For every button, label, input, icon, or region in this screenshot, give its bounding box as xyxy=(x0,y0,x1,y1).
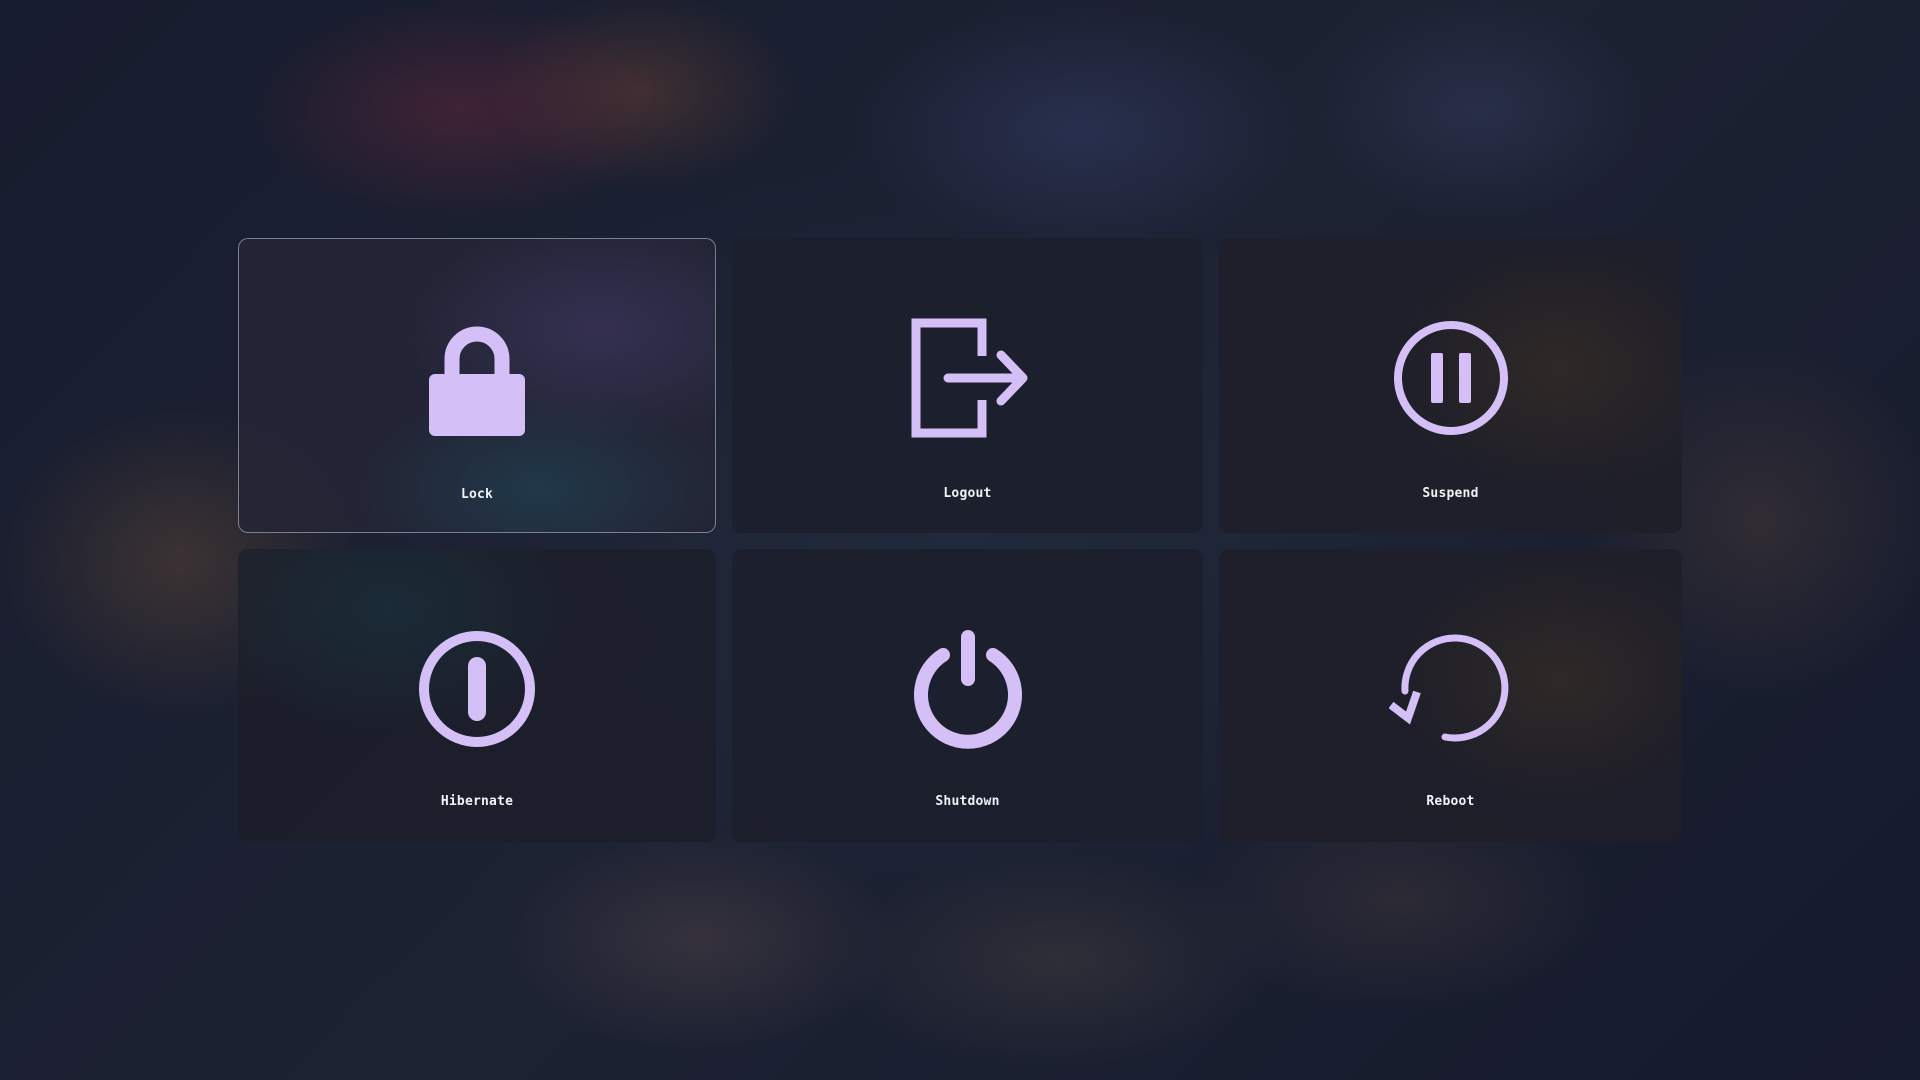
suspend-option[interactable]: Suspend xyxy=(1219,238,1682,533)
power-icon xyxy=(903,629,1033,749)
reboot-icon xyxy=(1386,629,1516,749)
reboot-option[interactable]: Reboot xyxy=(1219,549,1682,842)
logout-option[interactable]: Logout xyxy=(732,238,1203,533)
lock-option[interactable]: Lock xyxy=(238,238,716,533)
hibernate-option[interactable]: Hibernate xyxy=(238,549,716,842)
lock-label: Lock xyxy=(460,487,494,502)
pause-icon xyxy=(1386,318,1516,438)
power-options-grid: Lock Logout Suspend Hibernate Shutdown R… xyxy=(238,238,1682,842)
shutdown-option[interactable]: Shutdown xyxy=(732,549,1203,842)
lock-icon xyxy=(412,319,542,439)
logout-label: Logout xyxy=(943,486,992,501)
logout-icon xyxy=(903,318,1033,438)
power-menu-screen: { "accent_color": "#d4bff7", "selected_i… xyxy=(0,0,1920,1080)
shutdown-label: Shutdown xyxy=(935,794,1000,809)
reboot-label: Reboot xyxy=(1426,794,1475,809)
hibernate-icon xyxy=(412,629,542,749)
suspend-label: Suspend xyxy=(1422,486,1479,501)
hibernate-label: Hibernate xyxy=(440,794,514,809)
